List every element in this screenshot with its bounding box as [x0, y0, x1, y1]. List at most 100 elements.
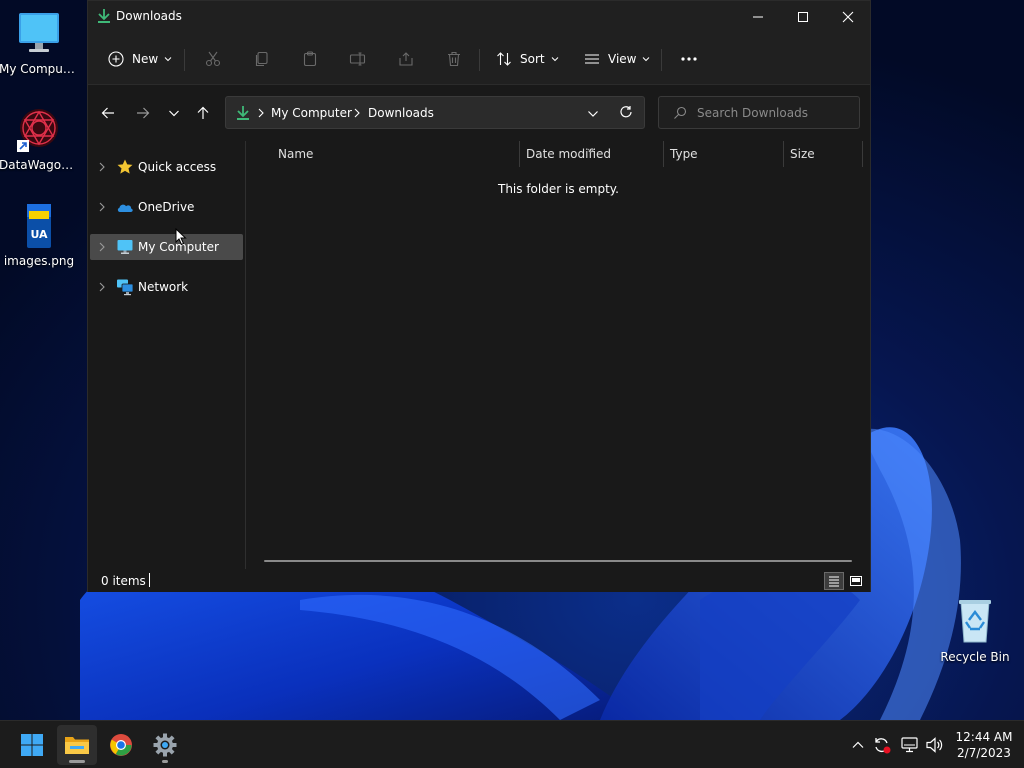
image-badge-text: UA — [30, 228, 48, 241]
status-bar: 0 items — [88, 569, 870, 592]
expand-chevron-icon[interactable] — [97, 281, 107, 293]
details-view-button[interactable] — [824, 572, 844, 590]
desktop-icon-recycle-bin[interactable]: Recycle Bin — [935, 598, 1015, 664]
nav-item-onedrive[interactable]: OneDrive — [90, 194, 243, 220]
column-separator[interactable] — [783, 141, 784, 167]
nav-item-label: OneDrive — [138, 200, 195, 214]
empty-folder-message: This folder is empty. — [498, 182, 619, 196]
title-bar[interactable]: Downloads — [88, 1, 870, 33]
sort-arrows-icon — [497, 52, 511, 66]
minimize-icon — [753, 16, 763, 18]
refresh-icon[interactable] — [619, 105, 633, 122]
rename-button[interactable] — [349, 47, 367, 71]
plus-circle-icon — [108, 51, 124, 67]
minimize-button[interactable] — [735, 1, 781, 33]
nav-item-my-computer[interactable]: My Computer — [90, 234, 243, 260]
horizontal-scrollbar[interactable] — [264, 560, 852, 562]
view-button[interactable]: View — [584, 47, 650, 71]
download-arrow-icon — [236, 105, 250, 124]
new-button[interactable]: New — [108, 47, 172, 71]
expand-chevron-icon[interactable] — [97, 201, 107, 213]
tiles-view-button[interactable] — [846, 572, 866, 590]
taskbar-chrome[interactable] — [101, 725, 141, 765]
start-button[interactable] — [12, 725, 52, 765]
monitor-icon — [15, 10, 63, 58]
address-history-chevron-icon[interactable] — [587, 108, 599, 122]
folder-icon — [65, 737, 89, 754]
gear-icon — [153, 733, 177, 757]
ellipsis-icon — [681, 57, 697, 61]
address-bar[interactable]: My Computer Downloads — [225, 96, 645, 129]
paste-button[interactable] — [302, 47, 318, 71]
search-input[interactable] — [697, 104, 852, 122]
more-options-button[interactable] — [680, 47, 698, 71]
close-button[interactable] — [825, 1, 871, 33]
chrome-icon — [110, 734, 132, 756]
clock-date: 2/7/2023 — [957, 746, 1011, 760]
nav-item-label: Network — [138, 280, 189, 294]
nav-item-label: Quick access — [138, 160, 217, 174]
scissors-icon — [205, 51, 221, 67]
share-button[interactable] — [398, 47, 414, 71]
delete-button[interactable] — [446, 47, 462, 71]
up-button[interactable] — [189, 99, 217, 127]
taskbar-file-explorer[interactable] — [57, 725, 97, 765]
nav-item-network[interactable]: Network — [90, 274, 243, 300]
speaker-icon — [926, 737, 943, 753]
back-button[interactable] — [94, 99, 122, 127]
file-list-area[interactable]: Name Date modified Type Size This folder… — [247, 141, 870, 569]
star-icon — [117, 159, 133, 174]
taskbar-settings[interactable] — [145, 725, 185, 765]
volume-button[interactable] — [925, 735, 945, 755]
window-title: Downloads — [116, 9, 182, 23]
nav-item-quick-access[interactable]: Quick access — [90, 154, 243, 180]
download-arrow-icon — [97, 8, 111, 27]
arrow-up-icon — [197, 106, 209, 119]
mouse-cursor-icon — [175, 228, 187, 246]
column-header-size[interactable]: Size — [790, 147, 815, 161]
share-icon — [399, 52, 413, 66]
recent-locations-button[interactable] — [160, 99, 188, 127]
breadcrumb-downloads[interactable]: Downloads — [368, 106, 434, 120]
sort-indicator-icon — [587, 142, 595, 156]
running-indicator — [69, 760, 85, 763]
copy-button[interactable] — [254, 47, 270, 71]
status-divider — [149, 573, 150, 587]
rename-icon — [349, 52, 366, 66]
column-separator[interactable] — [519, 141, 520, 167]
sort-button[interactable]: Sort — [496, 47, 559, 71]
desktop-icon-datawagon[interactable]: DataWagon... — [0, 106, 79, 172]
desktop-icon-label: Recycle Bin — [940, 650, 1010, 664]
command-separator — [661, 49, 662, 71]
navigation-pane: Quick access OneDrive My Computer Networ… — [88, 141, 246, 569]
sync-status-button[interactable] — [872, 735, 892, 755]
windows-logo-icon — [21, 734, 43, 756]
chevron-down-icon — [169, 110, 179, 117]
network-status-button[interactable] — [900, 735, 920, 755]
new-label: New — [132, 52, 159, 66]
search-box[interactable] — [658, 96, 860, 129]
breadcrumb-my-computer[interactable]: My Computer — [271, 106, 352, 120]
details-view-icon — [829, 576, 839, 587]
item-count: 0 items — [101, 574, 146, 588]
maximize-button[interactable] — [780, 1, 826, 33]
network-monitor-icon — [901, 737, 918, 753]
column-separator[interactable] — [862, 141, 863, 167]
file-explorer-window: Downloads New Sort View My Computer Down… — [87, 0, 871, 592]
taskbar-clock[interactable]: 12:44 AM 2/7/2023 — [948, 729, 1020, 761]
desktop-icon-my-computer[interactable]: My Computer — [0, 10, 79, 76]
running-indicator — [162, 760, 168, 763]
desktop-icon-images-png[interactable]: UA images.png — [0, 202, 79, 268]
forward-button[interactable] — [129, 99, 157, 127]
tiles-view-icon — [850, 576, 862, 586]
expand-chevron-icon[interactable] — [97, 161, 107, 173]
show-hidden-icons-button[interactable] — [848, 735, 868, 755]
expand-chevron-icon[interactable] — [97, 241, 107, 253]
column-header-name[interactable]: Name — [278, 147, 313, 161]
chevron-down-icon — [551, 57, 558, 62]
column-separator[interactable] — [663, 141, 664, 167]
column-header-type[interactable]: Type — [670, 147, 698, 161]
cut-button[interactable] — [205, 47, 221, 71]
breadcrumb-chevron-icon — [353, 107, 361, 121]
column-header-date-modified[interactable]: Date modified — [526, 147, 611, 161]
